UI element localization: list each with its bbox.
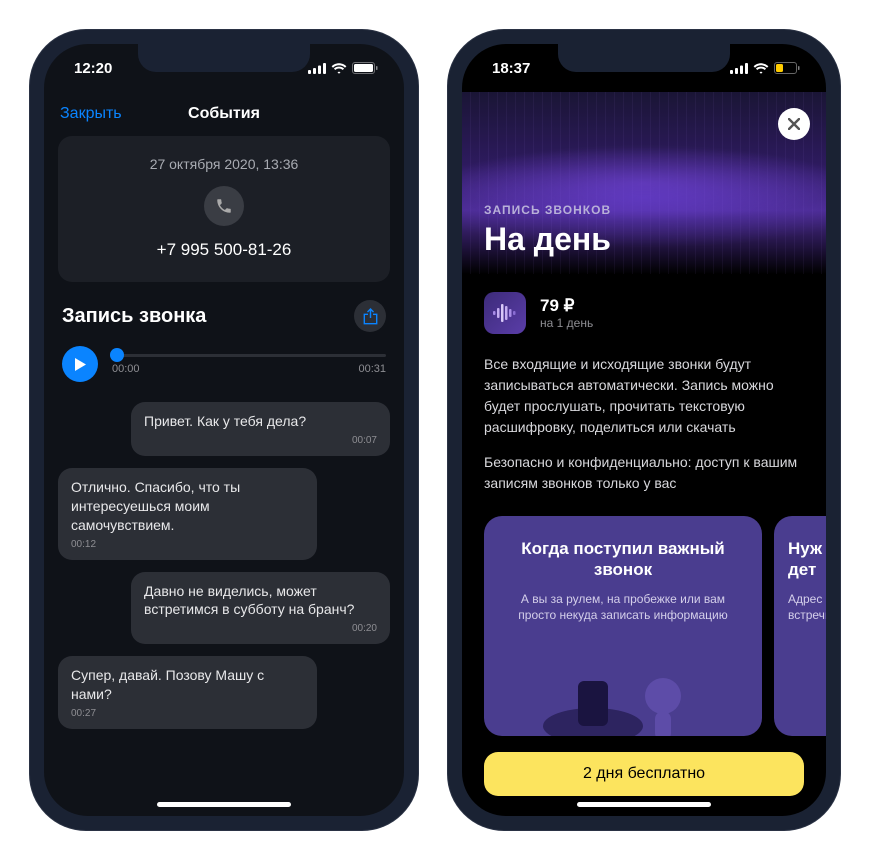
time-total: 00:31: [358, 363, 386, 375]
promo-scroll[interactable]: ЗАПИСЬ ЗВОНКОВ На день 79 ₽ на 1 день Вс…: [462, 92, 826, 816]
wifi-icon: [331, 63, 347, 74]
waveform-icon: [493, 304, 517, 322]
close-button[interactable]: Закрыть: [60, 105, 122, 123]
benefit-title: Когда поступил важный звонок: [504, 538, 742, 581]
product-icon: [484, 292, 526, 334]
hero-eyebrow: ЗАПИСЬ ЗВОНКОВ: [484, 203, 804, 217]
phone-left: 12:20 Закрыть События 27 октября 2020, 1…: [30, 30, 418, 830]
screen-right: 18:37 ЗАПИСЬ ЗВОНКОВ На день: [462, 44, 826, 816]
audio-player: 00:00 00:31: [62, 346, 386, 382]
benefit-illustration: [484, 656, 762, 736]
msg-time: 00:27: [71, 708, 304, 719]
msg-time: 00:07: [144, 435, 377, 446]
benefit-sub: Адрес встречи: [788, 591, 826, 625]
share-icon: [363, 308, 378, 325]
scrubber-thumb[interactable]: [110, 348, 124, 362]
benefit-card[interactable]: Когда поступил важный звонок А вы за рул…: [484, 516, 762, 736]
notch: [138, 44, 310, 72]
notch: [558, 44, 730, 72]
hero-title: На день: [484, 221, 804, 258]
call-date: 27 октября 2020, 13:36: [74, 156, 374, 172]
wifi-icon: [753, 63, 769, 74]
transcript-msg: Давно не виделись, может встретимся в су…: [131, 572, 390, 645]
msg-text: Давно не виделись, может встретимся в су…: [144, 582, 377, 620]
cta-label: 2 дня бесплатно: [583, 765, 705, 783]
promo-body: 79 ₽ на 1 день Все входящие и исходящие …: [462, 274, 826, 752]
time-current: 00:00: [112, 363, 140, 375]
battery-icon: [352, 62, 378, 74]
benefit-cards[interactable]: Когда поступил важный звонок А вы за рул…: [484, 516, 804, 736]
description-1: Все входящие и исходящие звонки будут за…: [484, 354, 804, 438]
price-text: 79 ₽ на 1 день: [540, 296, 593, 330]
battery-low-icon: [774, 62, 800, 74]
hero: ЗАПИСЬ ЗВОНКОВ На день: [462, 92, 826, 274]
transcript-msg: Супер, давай. Позову Машу с нами? 00:27: [58, 656, 317, 729]
status-time: 18:37: [492, 60, 530, 77]
msg-time: 00:20: [144, 623, 377, 634]
transcript-msg: Привет. Как у тебя дела? 00:07: [131, 402, 390, 456]
signal-icon: [730, 63, 748, 74]
status-icons: [730, 62, 800, 74]
home-indicator[interactable]: [577, 802, 711, 807]
price-amount: 79 ₽: [540, 296, 593, 316]
section-header: Запись звонка: [62, 300, 386, 332]
benefit-sub: А вы за рулем, на пробежке или вам прост…: [504, 591, 742, 625]
play-button[interactable]: [62, 346, 98, 382]
status-icons: [308, 62, 378, 74]
play-icon: [74, 357, 87, 372]
home-indicator[interactable]: [157, 802, 291, 807]
msg-text: Привет. Как у тебя дела?: [144, 412, 377, 431]
benefit-card[interactable]: Нуж дет Адрес встречи: [774, 516, 826, 736]
phone-icon: [215, 197, 233, 215]
msg-text: Супер, давай. Позову Машу с нами?: [71, 666, 304, 704]
msg-time: 00:12: [71, 539, 304, 550]
nav-title: События: [188, 105, 260, 123]
nav-bar: Закрыть События: [44, 92, 404, 136]
close-icon: [788, 118, 800, 130]
share-button[interactable]: [354, 300, 386, 332]
phone-icon-circle[interactable]: [204, 186, 244, 226]
screen-left: 12:20 Закрыть События 27 октября 2020, 1…: [44, 44, 404, 816]
price-row: 79 ₽ на 1 день: [484, 292, 804, 334]
cta-button[interactable]: 2 дня бесплатно: [484, 752, 804, 796]
content-scroll[interactable]: 27 октября 2020, 13:36 +7 995 500-81-26 …: [44, 136, 404, 816]
progress-bar[interactable]: 00:00 00:31: [112, 354, 386, 375]
section-title: Запись звонка: [62, 305, 206, 328]
close-button[interactable]: [778, 108, 810, 140]
status-time: 12:20: [74, 60, 112, 77]
phone-right: 18:37 ЗАПИСЬ ЗВОНКОВ На день: [448, 30, 840, 830]
signal-icon: [308, 63, 326, 74]
msg-text: Отлично. Спасибо, что ты интересуешься м…: [71, 478, 304, 535]
phone-number: +7 995 500-81-26: [74, 240, 374, 260]
transcript-msg: Отлично. Спасибо, что ты интересуешься м…: [58, 468, 317, 560]
benefit-title: Нуж дет: [788, 538, 826, 581]
description-2: Безопасно и конфиденциально: доступ к ва…: [484, 452, 804, 494]
call-card: 27 октября 2020, 13:36 +7 995 500-81-26: [58, 136, 390, 282]
price-period: на 1 день: [540, 316, 593, 330]
